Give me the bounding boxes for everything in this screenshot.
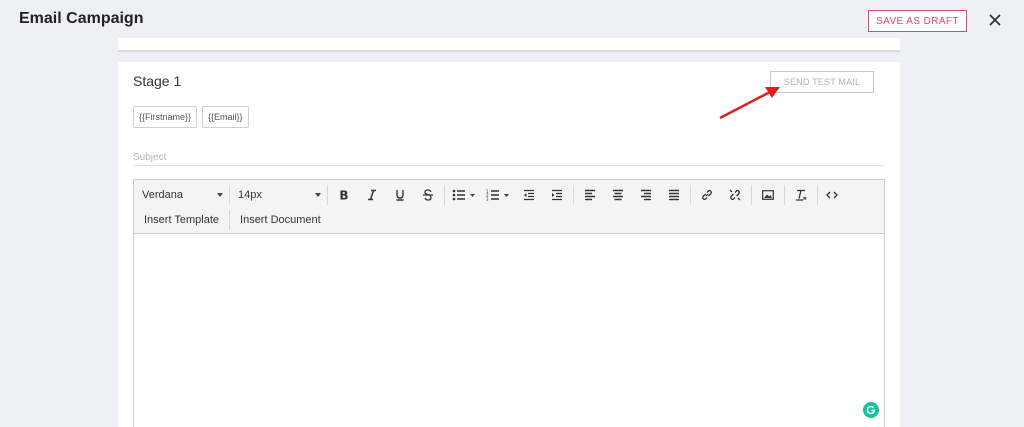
svg-text:B: B [339, 189, 348, 201]
grammarly-icon[interactable] [863, 402, 879, 418]
image-icon[interactable] [754, 185, 782, 205]
editor-toolbar: Verdana 14px B 1 2 3 Insert Template Ins… [134, 180, 884, 234]
align-justify-icon[interactable] [660, 185, 688, 205]
link-icon[interactable] [693, 185, 721, 205]
tag-email[interactable]: {{Email}} [202, 106, 249, 128]
chevron-down-icon [217, 193, 223, 197]
save-as-draft-button[interactable]: SAVE AS DRAFT [868, 10, 967, 32]
merge-tags: {{Firstname}} {{Email}} [133, 106, 249, 128]
insert-template-button[interactable]: Insert Template [134, 210, 229, 230]
tag-firstname[interactable]: {{Firstname}} [133, 106, 198, 128]
underline-icon[interactable] [386, 185, 414, 205]
bullet-list-icon[interactable] [447, 185, 481, 205]
font-family-value: Verdana [142, 189, 183, 201]
previous-stage-card [118, 38, 900, 52]
strikethrough-icon[interactable] [414, 185, 442, 205]
font-family-dropdown[interactable]: Verdana [134, 185, 230, 205]
stage-title: Stage 1 [133, 73, 182, 89]
bold-icon[interactable]: B [330, 185, 358, 205]
align-left-icon[interactable] [576, 185, 604, 205]
unlink-icon[interactable] [721, 185, 749, 205]
chevron-down-icon [315, 193, 321, 197]
clear-formatting-icon[interactable] [787, 185, 815, 205]
svg-text:3: 3 [486, 197, 489, 201]
align-center-icon[interactable] [604, 185, 632, 205]
font-size-value: 14px [238, 189, 262, 201]
send-test-mail-button[interactable]: SEND TEST MAIL [770, 71, 874, 93]
font-size-dropdown[interactable]: 14px [230, 185, 328, 205]
rich-text-editor: Verdana 14px B 1 2 3 Insert Template Ins… [133, 179, 885, 427]
indent-icon[interactable] [543, 185, 571, 205]
numbered-list-icon[interactable]: 123 [481, 185, 515, 205]
editor-body[interactable] [134, 234, 884, 427]
code-view-icon[interactable] [818, 185, 846, 205]
page-title: Email Campaign [19, 10, 144, 27]
italic-icon[interactable] [358, 185, 386, 205]
align-right-icon[interactable] [632, 185, 660, 205]
insert-document-button[interactable]: Insert Document [230, 210, 331, 230]
header: Email Campaign SAVE AS DRAFT [0, 0, 1024, 42]
stage-card: Stage 1 SEND TEST MAIL {{Firstname}} {{E… [118, 62, 900, 427]
subject-input[interactable] [133, 150, 885, 166]
outdent-icon[interactable] [515, 185, 543, 205]
close-icon[interactable] [986, 11, 1004, 29]
